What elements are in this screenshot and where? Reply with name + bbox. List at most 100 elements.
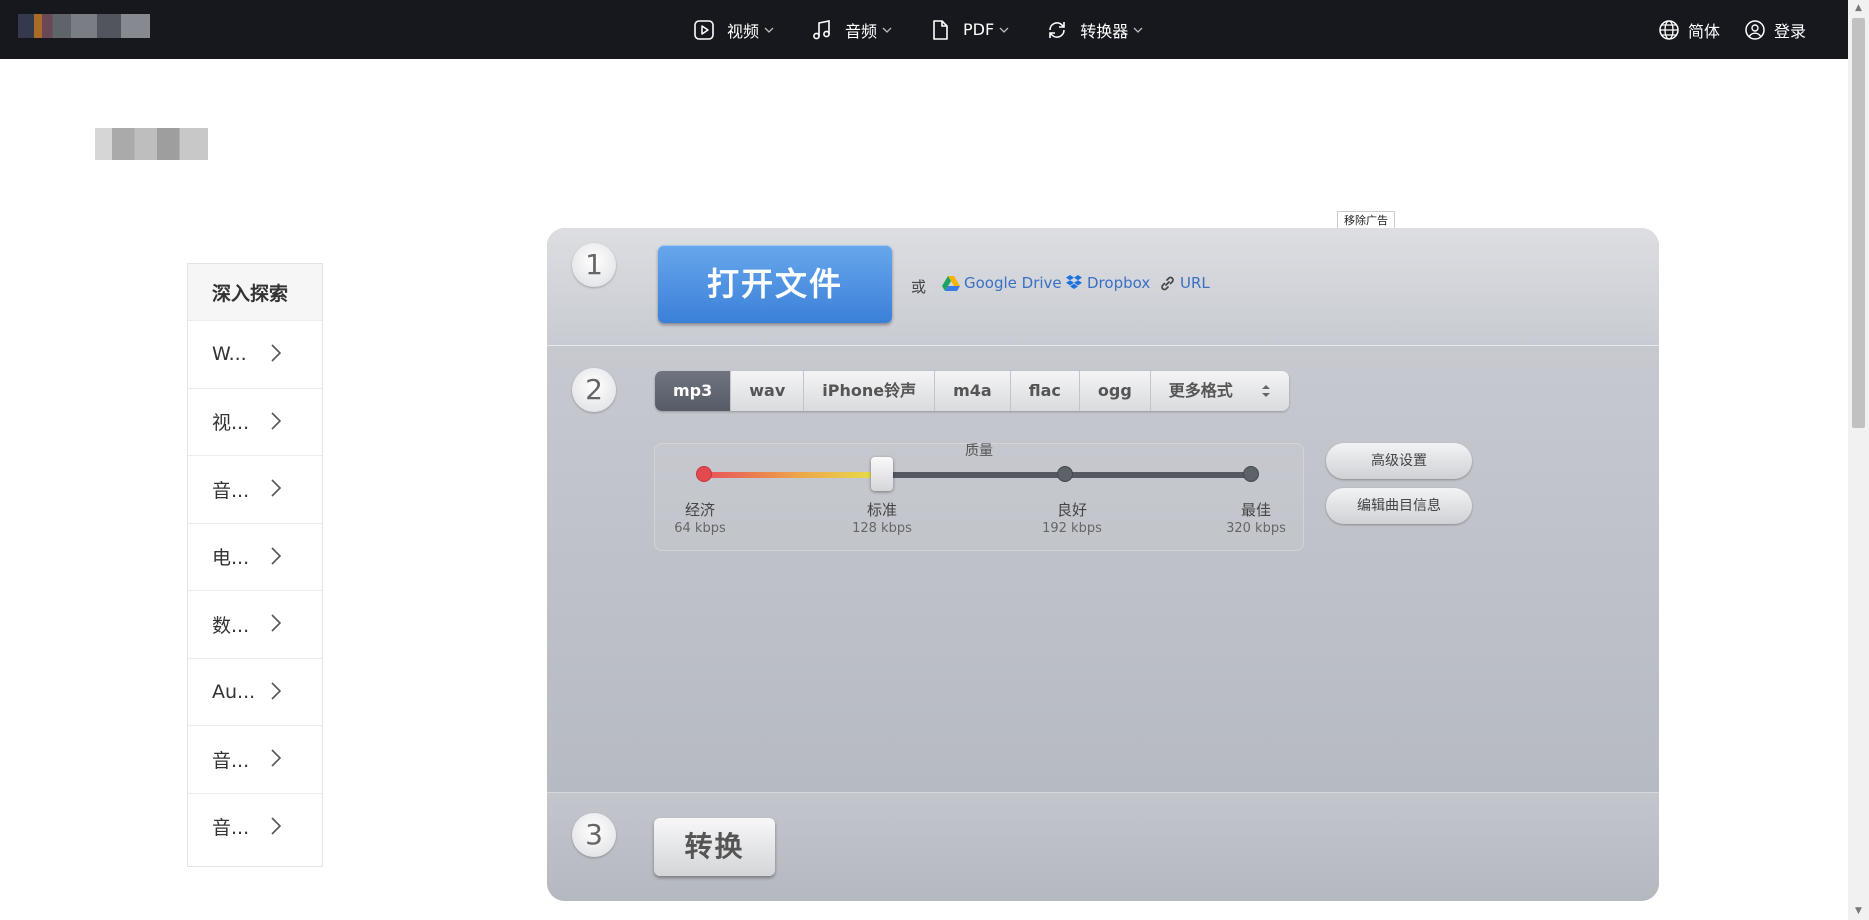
quality-label-standard: 标准 128 kbps: [852, 501, 912, 536]
step-number-1: 1: [572, 243, 616, 287]
step-2-section: 2: [547, 346, 1659, 793]
link-icon: [1161, 276, 1174, 290]
chevron-right-icon: [271, 614, 282, 632]
quality-label-good: 良好 192 kbps: [1042, 501, 1102, 536]
chevron-right-icon: [271, 344, 282, 362]
sort-arrows-icon: [1261, 385, 1270, 397]
quality-slider-box: 质量 经济 64 kbps 标准 128 kbps 良好 192 kbps 最佳…: [654, 443, 1304, 551]
quality-stop-good[interactable]: [1057, 466, 1073, 482]
quality-slider-fill: [702, 472, 883, 478]
chevron-right-icon: [271, 411, 282, 430]
or-label: 或: [911, 278, 927, 296]
nav-item-audio[interactable]: 音频: [793, 0, 911, 59]
sidebar-item[interactable]: 电...: [188, 522, 322, 591]
quality-label-economy: 经济 64 kbps: [674, 501, 726, 536]
nav-item-label: PDF: [963, 20, 995, 39]
nav-item-label: 转换器: [1080, 21, 1129, 41]
quality-stop-economy[interactable]: [696, 466, 712, 482]
step-3-section: 3 转换: [547, 793, 1659, 901]
url-link[interactable]: URL: [1159, 274, 1210, 292]
format-tab-ogg[interactable]: ogg: [1078, 371, 1150, 411]
chevron-right-icon: [271, 816, 282, 835]
format-tab-mp3[interactable]: mp3: [655, 371, 731, 411]
explore-title: 深入探索: [188, 264, 322, 320]
url-label: URL: [1180, 274, 1210, 292]
google-drive-icon: [942, 276, 960, 291]
format-tab-m4a[interactable]: m4a: [934, 371, 1010, 411]
chevron-down-icon: [882, 27, 892, 33]
file-icon: [933, 19, 948, 40]
sidebar-item-label: 数...: [212, 614, 250, 637]
account-nav: 简体 登录: [1658, 0, 1806, 59]
chevron-right-icon: [271, 749, 282, 767]
sidebar-item[interactable]: 音...: [188, 725, 322, 793]
converter-panel: 1 打开文件 或 Google Drive Dropbox URL 2 mp3 …: [547, 228, 1659, 901]
quality-slider-track[interactable]: [702, 472, 1258, 478]
chevron-right-icon: [271, 681, 282, 700]
globe-icon: [1659, 19, 1679, 40]
dropbox-link[interactable]: Dropbox: [1065, 274, 1150, 292]
format-tab-wav[interactable]: wav: [730, 371, 803, 411]
step-1-section: 1 打开文件 或 Google Drive Dropbox URL: [547, 228, 1659, 346]
login-link[interactable]: 登录: [1744, 0, 1806, 59]
user-icon: [1745, 19, 1765, 40]
brand-logo[interactable]: [18, 14, 150, 38]
sidebar-item-label: 音...: [212, 817, 250, 840]
chevron-right-icon: [271, 479, 282, 497]
sidebar-item-label: 视...: [212, 412, 250, 435]
more-formats-label: 更多格式: [1168, 381, 1233, 400]
sidebar-item[interactable]: 数...: [188, 590, 322, 658]
sidebar-item-label: 电...: [212, 547, 250, 570]
sidebar-item[interactable]: 视...: [188, 387, 322, 456]
format-tab-iphone-ringtone[interactable]: iPhone铃声: [803, 371, 934, 411]
quality-stop-best[interactable]: [1243, 466, 1259, 482]
sidebar-item-label: 音...: [212, 479, 250, 502]
nav-item-label: 音频: [845, 21, 878, 41]
nav-item-pdf[interactable]: PDF: [911, 0, 1028, 59]
open-file-button[interactable]: 打开文件: [658, 245, 892, 323]
play-square-icon: [694, 19, 714, 40]
dropbox-label: Dropbox: [1087, 274, 1151, 292]
more-formats-dropdown[interactable]: 更多格式: [1149, 371, 1289, 411]
sidebar-item[interactable]: Au...: [188, 657, 322, 726]
advanced-settings-button[interactable]: 高级设置: [1326, 443, 1472, 479]
edit-track-info-button[interactable]: 编辑曲目信息: [1326, 488, 1472, 524]
language-selector[interactable]: 简体: [1658, 0, 1720, 59]
chevron-down-icon: [999, 27, 1009, 33]
google-drive-link[interactable]: Google Drive: [942, 274, 1062, 292]
explore-sidebar: 深入探索 W... 视... 音... 电... 数... Au... 音...…: [187, 263, 323, 867]
quality-label-best: 最佳 320 kbps: [1226, 501, 1286, 536]
quality-slider-handle[interactable]: [871, 457, 893, 491]
sidebar-item-label: Au...: [212, 680, 256, 703]
chevron-down-icon: [764, 27, 774, 33]
top-navigation-bar: 视频 音频 PDF 转换器 简体 登录: [0, 0, 1848, 59]
dropbox-icon: [1066, 275, 1082, 289]
sidebar-item[interactable]: W...: [188, 320, 322, 388]
nav-item-converter[interactable]: 转换器: [1028, 0, 1162, 59]
sidebar-item-label: 音...: [212, 749, 250, 772]
chevron-down-icon: [1133, 27, 1143, 33]
login-label: 登录: [1773, 21, 1806, 41]
site-logo[interactable]: [95, 128, 208, 160]
step-number-3: 3: [572, 813, 616, 857]
scroll-up-arrow-icon[interactable]: ▲: [1848, 0, 1869, 17]
sidebar-item[interactable]: 音...: [188, 792, 322, 861]
nav-item-video[interactable]: 视频: [675, 0, 793, 59]
page-scrollbar[interactable]: ▲ ▼: [1848, 0, 1869, 920]
step-number-2: 2: [572, 368, 616, 412]
nav-item-label: 视频: [727, 21, 760, 41]
scrollbar-thumb[interactable]: [1852, 18, 1865, 428]
google-drive-label: Google Drive: [964, 274, 1062, 292]
sidebar-item[interactable]: 音...: [188, 455, 322, 523]
format-tab-flac[interactable]: flac: [1009, 371, 1079, 411]
refresh-icon: [1049, 21, 1066, 38]
scroll-down-arrow-icon[interactable]: ▼: [1848, 903, 1869, 920]
sidebar-item-label: W...: [212, 343, 247, 366]
quality-title: 质量: [965, 443, 993, 459]
main-nav: 视频 音频 PDF 转换器: [675, 0, 1162, 59]
format-tabs: mp3 wav iPhone铃声 m4a flac ogg 更多格式: [655, 371, 1289, 411]
chevron-right-icon: [271, 546, 282, 565]
convert-button[interactable]: 转换: [654, 818, 775, 876]
language-label: 简体: [1687, 21, 1720, 41]
music-note-icon: [813, 19, 830, 39]
